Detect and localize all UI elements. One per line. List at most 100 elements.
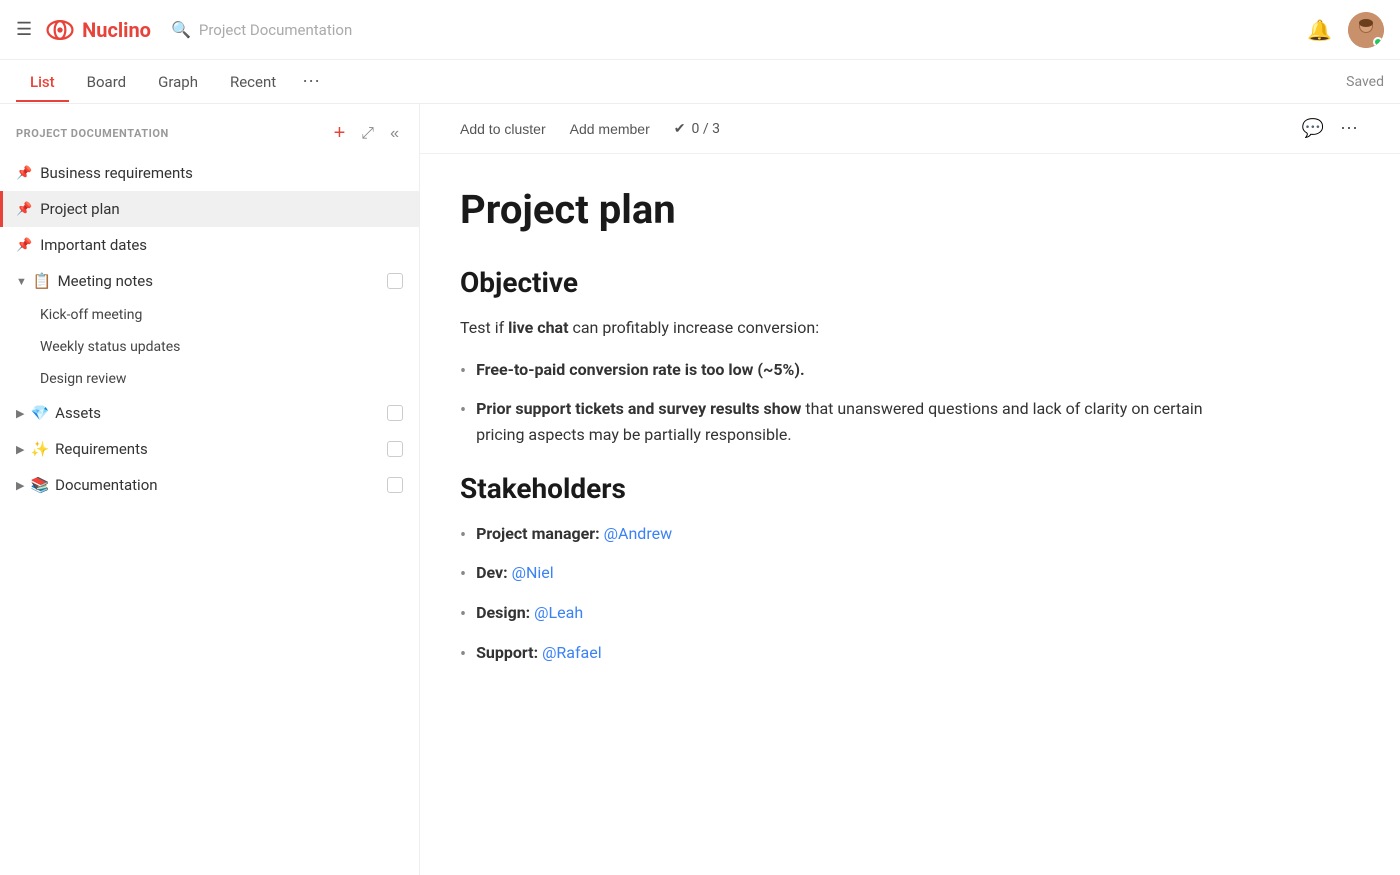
group-checkbox[interactable] [387, 405, 403, 421]
tabbar: List Board Graph Recent ⋯ Saved [0, 60, 1400, 104]
pin-icon: 📌 [16, 166, 32, 181]
group-emoji-icon: 💎 [30, 404, 49, 422]
sidebar-group-documentation[interactable]: ▶ 📚 Documentation [0, 467, 419, 503]
list-item-support: Support: @Rafael [460, 640, 1240, 670]
collapse-arrow-icon: ▼ [16, 275, 27, 288]
stakeholder-role: Project manager: @Andrew [476, 521, 672, 547]
stakeholder-role: Design: @Leah [476, 600, 583, 626]
sidebar: PROJECT DOCUMENTATION + ⤢ « 📌 Business r… [0, 104, 420, 875]
objective-paragraph: Test if live chat can profitably increas… [460, 315, 1240, 341]
section-heading-stakeholders: Stakeholders [460, 472, 1240, 505]
objective-list: Free-to-paid conversion rate is too low … [460, 357, 1240, 448]
list-item-project-manager: Project manager: @Andrew [460, 521, 1240, 551]
sidebar-item-important-dates[interactable]: 📌 Important dates [0, 227, 419, 263]
sidebar-item-label: Business requirements [40, 164, 193, 182]
sidebar-item-business-requirements[interactable]: 📌 Business requirements [0, 155, 419, 191]
bold-text: Free-to-paid conversion rate is too low … [476, 360, 805, 379]
content-toolbar: Add to cluster Add member ✔ 0 / 3 💬 ⋯ [420, 104, 1400, 154]
mention-rafael[interactable]: @Rafael [542, 643, 602, 662]
group-checkbox[interactable] [387, 477, 403, 493]
subitem-label: Kick-off meeting [40, 307, 142, 323]
sidebar-group-assets[interactable]: ▶ 💎 Assets [0, 395, 419, 431]
expand-button[interactable]: ⤢ [357, 123, 378, 145]
sidebar-subitem-kickoff[interactable]: Kick-off meeting [0, 299, 419, 331]
logo-icon [44, 14, 76, 46]
document-content: Project plan Objective Test if live chat… [420, 154, 1280, 726]
sidebar-item-project-plan[interactable]: 📌 Project plan [0, 191, 419, 227]
group-emoji-icon: 📚 [30, 476, 49, 494]
logo-text: Nuclino [82, 18, 151, 42]
stakeholders-list: Project manager: @Andrew Dev: @Niel Desi… [460, 521, 1240, 670]
search-placeholder: Project Documentation [199, 21, 352, 39]
online-indicator [1373, 37, 1383, 47]
mention-niel[interactable]: @Niel [512, 563, 554, 582]
group-checkbox[interactable] [387, 273, 403, 289]
add-member-button[interactable]: Add member [570, 121, 650, 137]
role-label: Project manager: [476, 524, 600, 543]
list-item: Prior support tickets and survey results… [460, 396, 1240, 447]
list-item-dev: Dev: @Niel [460, 560, 1240, 590]
add-to-cluster-button[interactable]: Add to cluster [460, 121, 546, 137]
group-emoji-icon: 📋 [33, 272, 52, 290]
tab-recent[interactable]: Recent [216, 63, 290, 101]
role-label: Design: [476, 603, 530, 622]
mention-andrew[interactable]: @Andrew [604, 524, 672, 543]
bell-icon[interactable]: 🔔 [1307, 18, 1332, 42]
check-icon: ✔ [674, 121, 686, 137]
saved-label: Saved [1346, 74, 1384, 90]
content-area: Add to cluster Add member ✔ 0 / 3 💬 ⋯ Pr… [420, 104, 1400, 875]
menu-icon[interactable]: ☰ [16, 19, 32, 40]
list-item-text: Prior support tickets and survey results… [476, 396, 1240, 447]
topbar: ☰ Nuclino 🔍 Project Documentation 🔔 [0, 0, 1400, 60]
pin-icon: 📌 [16, 238, 32, 253]
list-item-design: Design: @Leah [460, 600, 1240, 630]
sidebar-item-label: Project plan [40, 200, 120, 218]
group-label: Meeting notes [58, 272, 153, 290]
sidebar-actions: + ⤢ « [330, 120, 403, 147]
more-tabs-icon[interactable]: ⋯ [294, 67, 328, 96]
pin-icon: 📌 [16, 202, 32, 217]
subitem-label: Weekly status updates [40, 339, 180, 355]
expand-arrow-icon: ▶ [16, 479, 24, 492]
toolbar-right: 💬 ⋯ [1300, 116, 1360, 141]
collapse-button[interactable]: « [386, 123, 403, 145]
topbar-right: 🔔 [1307, 12, 1384, 48]
group-label: Documentation [55, 476, 157, 494]
comment-icon-button[interactable]: 💬 [1300, 116, 1326, 141]
stakeholder-role: Dev: @Niel [476, 560, 554, 586]
checklist-count: 0 / 3 [692, 121, 720, 137]
sidebar-group-requirements[interactable]: ▶ ✨ Requirements [0, 431, 419, 467]
tab-list[interactable]: List [16, 63, 69, 101]
role-label: Support: [476, 643, 538, 662]
sidebar-item-label: Important dates [40, 236, 147, 254]
bold-text: Prior support tickets and survey results… [476, 399, 801, 418]
search-bar[interactable]: 🔍 Project Documentation [171, 20, 1307, 39]
group-emoji-icon: ✨ [30, 440, 49, 458]
list-item: Free-to-paid conversion rate is too low … [460, 357, 1240, 387]
group-checkbox[interactable] [387, 441, 403, 457]
sidebar-title: PROJECT DOCUMENTATION [16, 127, 169, 140]
logo[interactable]: Nuclino [44, 14, 151, 46]
list-item-text: Free-to-paid conversion rate is too low … [476, 357, 805, 383]
add-item-button[interactable]: + [330, 120, 350, 147]
sidebar-subitem-design-review[interactable]: Design review [0, 363, 419, 395]
more-options-button[interactable]: ⋯ [1338, 116, 1360, 141]
document-title: Project plan [460, 186, 1240, 234]
avatar[interactable] [1348, 12, 1384, 48]
sidebar-subitem-weekly[interactable]: Weekly status updates [0, 331, 419, 363]
tab-board[interactable]: Board [73, 63, 140, 101]
group-label: Requirements [55, 440, 148, 458]
sidebar-group-meeting-notes[interactable]: ▼ 📋 Meeting notes [0, 263, 419, 299]
sidebar-header: PROJECT DOCUMENTATION + ⤢ « [0, 104, 419, 155]
group-label: Assets [55, 404, 101, 422]
expand-arrow-icon: ▶ [16, 443, 24, 456]
section-heading-objective: Objective [460, 266, 1240, 299]
main-layout: PROJECT DOCUMENTATION + ⤢ « 📌 Business r… [0, 104, 1400, 875]
mention-leah[interactable]: @Leah [534, 603, 583, 622]
tab-graph[interactable]: Graph [144, 63, 212, 101]
role-label: Dev: [476, 563, 508, 582]
expand-arrow-icon: ▶ [16, 407, 24, 420]
search-icon: 🔍 [171, 20, 191, 39]
checklist-status: ✔ 0 / 3 [674, 121, 720, 137]
live-chat-emphasis: live chat [508, 318, 568, 337]
